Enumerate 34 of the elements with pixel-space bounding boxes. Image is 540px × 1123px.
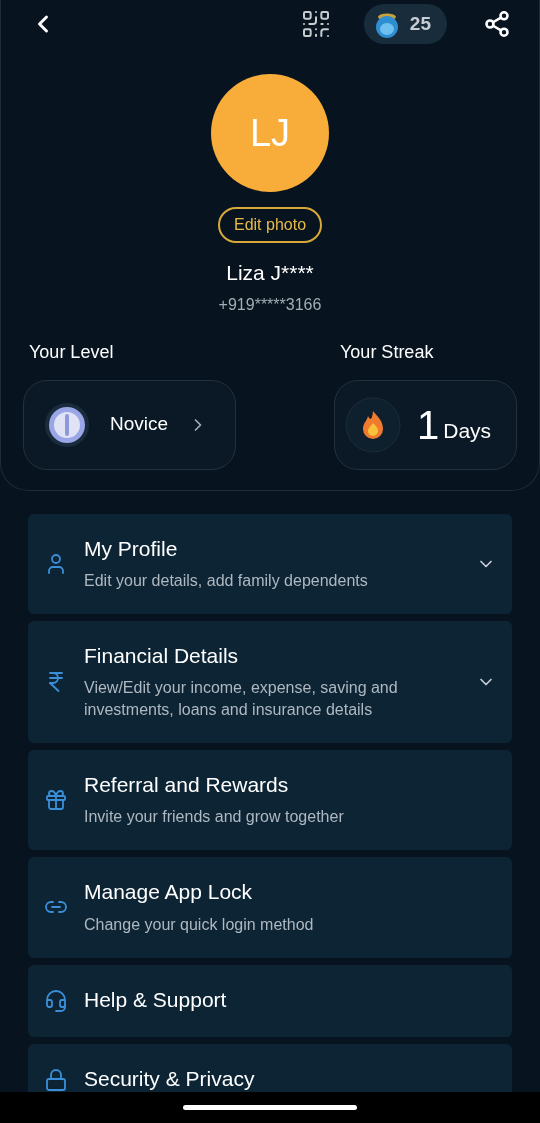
user-name: Liza J**** bbox=[226, 260, 314, 286]
menu-title: Referral and Rewards bbox=[84, 772, 290, 798]
menu-subtitle: View/Edit your income, expense, saving and investments, loans and insurance details bbox=[84, 678, 399, 720]
streak-label: Your Streak bbox=[339, 340, 435, 364]
menu-title: Financial Details bbox=[84, 642, 240, 669]
menu-title: Help & Support bbox=[84, 987, 228, 1014]
menu-subtitle: Change your quick login method bbox=[84, 914, 315, 935]
menu-card[interactable]: My Profile Edit your details, add family dependents bbox=[28, 513, 512, 614]
avatar: LJ bbox=[211, 74, 329, 192]
flame-icon bbox=[345, 396, 401, 453]
level-value: Novice bbox=[110, 412, 169, 437]
level-label: Your Level bbox=[28, 340, 115, 364]
menu-title: Manage App Lock bbox=[84, 879, 254, 906]
share-icon[interactable] bbox=[483, 10, 511, 38]
menu-card[interactable]: Referral and Rewards Invite your friends and grow together bbox=[28, 750, 512, 851]
phone-number: +919*****3166 bbox=[218, 294, 322, 315]
menu-subtitle: Edit your details, add family dependents bbox=[84, 570, 369, 591]
edit-photo-button[interactable]: Edit photo bbox=[217, 207, 323, 243]
menu-card[interactable]: Help & Support bbox=[28, 964, 512, 1037]
streak-unit: Days bbox=[443, 418, 492, 445]
menu-card[interactable]: Security & Privacy bbox=[28, 1043, 512, 1092]
menu-card[interactable]: Financial Details View/Edit your income, expense, saving and investments, loans and insurance details bbox=[28, 620, 512, 743]
streak-count: 1 bbox=[417, 404, 440, 445]
menu-title: My Profile bbox=[84, 535, 179, 562]
medal-icon bbox=[44, 401, 90, 448]
gift-icon bbox=[44, 788, 68, 813]
headset-icon bbox=[44, 988, 68, 1013]
menu-title: Security & Privacy bbox=[84, 1066, 256, 1092]
coin-badge[interactable]: 25 bbox=[363, 4, 447, 44]
coin-count: 25 bbox=[409, 11, 431, 36]
menu-card[interactable]: Manage App Lock Change your quick login method bbox=[28, 857, 512, 958]
level-card[interactable]: Novice bbox=[23, 379, 236, 470]
lock-icon bbox=[44, 1067, 68, 1092]
menu-subtitle: Invite your friends and grow together bbox=[84, 807, 345, 828]
